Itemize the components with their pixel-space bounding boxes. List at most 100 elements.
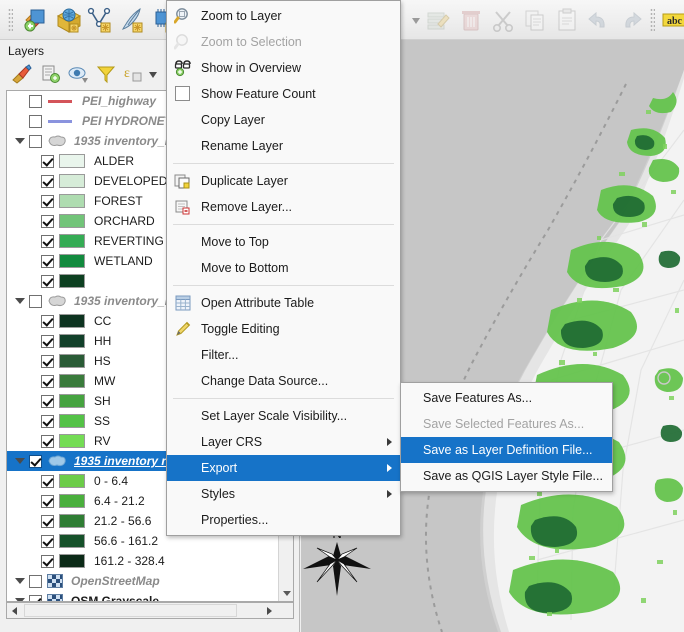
menu-item-label: Change Data Source...: [201, 374, 329, 388]
menu-item-label: Layer CRS: [201, 435, 263, 449]
label-icon[interactable]: abc: [662, 6, 684, 34]
add-delimited-text-layer-icon[interactable]: [118, 6, 148, 34]
menu-item-label: Duplicate Layer: [201, 174, 288, 188]
layer-visibility-checkbox[interactable]: [41, 394, 54, 408]
layer-visibility-checkbox[interactable]: [41, 314, 54, 328]
polygon-layer-icon: [47, 454, 67, 468]
filter-legend-expression-icon[interactable]: ε: [122, 63, 148, 87]
submenu-item-label: Save as Layer Definition File...: [423, 443, 593, 457]
legend-color-swatch: [59, 394, 85, 408]
menu-item-copy-layer[interactable]: Copy Layer: [167, 107, 400, 133]
scroll-left-button[interactable]: [8, 604, 22, 617]
redo-icon: [616, 6, 646, 34]
menu-item-move-to-bottom[interactable]: Move to Bottom: [167, 255, 400, 281]
expander-triangle-icon[interactable]: [11, 451, 29, 471]
polygon-layer-icon: [47, 294, 67, 308]
filter-expression-dropdown-icon[interactable]: [146, 63, 160, 87]
layer-visibility-checkbox[interactable]: [41, 234, 54, 248]
open-layer-styling-panel-icon[interactable]: [10, 63, 36, 87]
scroll-down-button[interactable]: [279, 586, 293, 601]
layer-label: HH: [94, 334, 112, 348]
submenu-item-save-as-layer-definition-file[interactable]: Save as Layer Definition File...: [401, 437, 612, 463]
add-mesh-layer-icon[interactable]: [86, 6, 116, 34]
checkbox-icon[interactable]: [175, 86, 190, 101]
scroll-right-button[interactable]: [263, 604, 277, 617]
layer-visibility-checkbox[interactable]: [29, 594, 42, 601]
submenu-item-label: Save Features As...: [423, 391, 533, 405]
layer-tree-row[interactable]: OpenStreetMap: [7, 571, 293, 591]
expander-triangle-icon[interactable]: [11, 131, 29, 151]
layer-visibility-checkbox[interactable]: [41, 514, 54, 528]
layer-visibility-checkbox[interactable]: [41, 434, 54, 448]
qgis-window: abc Layers ε PEI_highway PEI HYDRONETWOR…: [0, 0, 684, 632]
layer-visibility-checkbox[interactable]: [41, 174, 54, 188]
horizontal-scroll-thumb[interactable]: [24, 604, 237, 617]
menu-item-layer-crs[interactable]: Layer CRS: [167, 429, 400, 455]
menu-item-remove-layer[interactable]: Remove Layer...: [167, 194, 400, 220]
menu-item-duplicate-layer[interactable]: Duplicate Layer: [167, 168, 400, 194]
layer-visibility-checkbox[interactable]: [41, 214, 54, 228]
layer-visibility-checkbox[interactable]: [29, 114, 42, 128]
submenu-item-save-as-qgis-layer-style-file[interactable]: Save as QGIS Layer Style File...: [401, 463, 612, 489]
menu-item-zoom-to-layer[interactable]: Zoom to Layer: [167, 3, 400, 29]
layer-tree-row[interactable]: 161.2 - 328.4: [7, 551, 293, 571]
layer-visibility-checkbox[interactable]: [29, 574, 42, 588]
layer-label: 6.4 - 21.2: [94, 494, 145, 508]
layer-visibility-checkbox[interactable]: [41, 154, 54, 168]
expander-triangle-icon[interactable]: [11, 291, 29, 311]
expander-triangle-icon[interactable]: [11, 571, 29, 591]
layer-context-menu[interactable]: Zoom to Layer Zoom to Selection Show in Ov…: [166, 0, 401, 536]
svg-text:ε: ε: [124, 66, 130, 81]
menu-item-show-in-overview[interactable]: Show in Overview: [167, 55, 400, 81]
zoom-selection-icon: [173, 33, 192, 51]
add-vector-layer-icon[interactable]: [22, 6, 52, 34]
zoom-layer-icon: [173, 7, 192, 25]
menu-item-filter[interactable]: Filter...: [167, 342, 400, 368]
layer-visibility-checkbox[interactable]: [29, 94, 42, 108]
line-symbol-icon: [47, 94, 73, 108]
legend-color-swatch: [59, 554, 85, 568]
dropdown-arrow-icon[interactable]: [408, 6, 424, 34]
menu-item-open-attribute-table[interactable]: Open Attribute Table: [167, 290, 400, 316]
duplicate-layer-icon: [174, 172, 192, 190]
add-raster-layer-icon[interactable]: [54, 6, 84, 34]
toolbar-grip[interactable]: [8, 8, 13, 32]
menu-item-show-feature-count[interactable]: Show Feature Count: [167, 81, 400, 107]
menu-item-set-layer-scale-visibility[interactable]: Set Layer Scale Visibility...: [167, 403, 400, 429]
menu-item-change-data-source[interactable]: Change Data Source...: [167, 368, 400, 394]
layer-visibility-checkbox[interactable]: [41, 494, 54, 508]
layer-visibility-checkbox[interactable]: [41, 474, 54, 488]
layer-visibility-checkbox[interactable]: [41, 194, 54, 208]
layer-visibility-checkbox[interactable]: [41, 254, 54, 268]
layer-visibility-checkbox[interactable]: [41, 374, 54, 388]
layer-visibility-checkbox[interactable]: [41, 354, 54, 368]
submenu-item-save-features-as[interactable]: Save Features As...: [401, 385, 612, 411]
menu-item-move-to-top[interactable]: Move to Top: [167, 229, 400, 255]
menu-separator: [173, 285, 394, 286]
layer-tree-horizontal-scrollbar[interactable]: [6, 602, 294, 619]
layer-tree-row[interactable]: OSM Grayscale: [7, 591, 293, 601]
menu-item-export[interactable]: Export: [167, 455, 400, 481]
layer-visibility-checkbox[interactable]: [41, 534, 54, 548]
filter-legend-icon[interactable]: [94, 63, 120, 87]
menu-item-styles[interactable]: Styles: [167, 481, 400, 507]
layer-visibility-checkbox[interactable]: [29, 134, 42, 148]
submenu-item-label: Save as QGIS Layer Style File...: [423, 469, 603, 483]
raster-layer-icon: [47, 594, 63, 601]
layer-visibility-checkbox[interactable]: [41, 414, 54, 428]
add-group-icon[interactable]: [38, 63, 64, 87]
menu-item-toggle-editing[interactable]: Toggle Editing: [167, 316, 400, 342]
manage-map-themes-icon[interactable]: [66, 63, 92, 87]
menu-item-label: Properties...: [201, 513, 269, 527]
layer-visibility-checkbox[interactable]: [29, 294, 42, 308]
layer-visibility-checkbox[interactable]: [41, 554, 54, 568]
expander-triangle-icon[interactable]: [11, 591, 29, 601]
layer-visibility-checkbox[interactable]: [41, 274, 54, 288]
toolbar-grip-2[interactable]: [650, 8, 655, 32]
export-submenu[interactable]: Save Features As... Save Selected Feature…: [400, 382, 613, 492]
layer-visibility-checkbox[interactable]: [29, 454, 42, 468]
layer-visibility-checkbox[interactable]: [41, 334, 54, 348]
menu-item-rename-layer[interactable]: Rename Layer: [167, 133, 400, 159]
menu-item-properties[interactable]: Properties...: [167, 507, 400, 533]
attribute-table-icon: [174, 294, 192, 312]
